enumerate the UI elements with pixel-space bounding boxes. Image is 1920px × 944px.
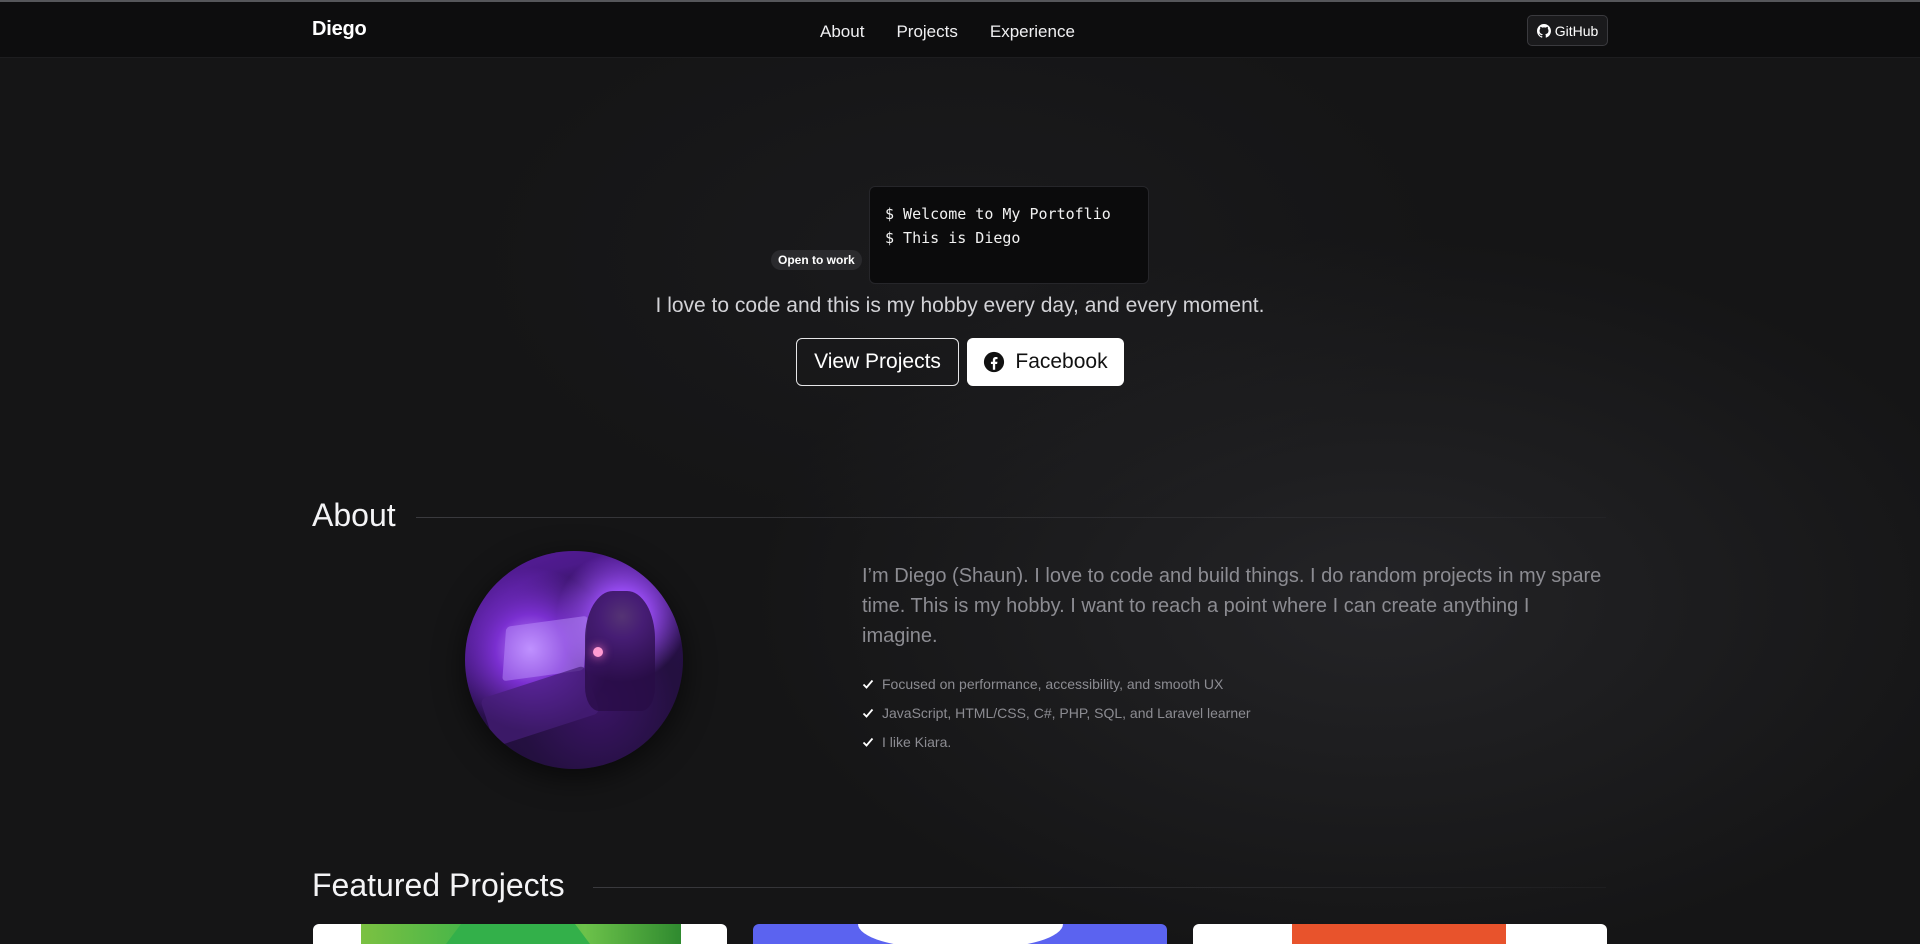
check-icon xyxy=(862,679,874,689)
nav-links: About Projects Experience xyxy=(820,22,1075,42)
list-item: JavaScript, HTML/CSS, C#, PHP, SQL, and … xyxy=(862,698,1251,727)
project-card[interactable] xyxy=(1193,924,1607,944)
about-divider xyxy=(416,517,1606,518)
terminal-box: $ Welcome to My Portoflio $ This is Dieg… xyxy=(869,186,1149,284)
about-heading: About xyxy=(312,497,396,533)
facebook-icon xyxy=(984,351,1005,373)
hero-tagline: I love to code and this is my hobby ever… xyxy=(655,294,1265,317)
nav-link-projects[interactable]: Projects xyxy=(896,22,957,42)
open-to-work-badge: Open to work xyxy=(771,250,862,270)
profile-photo xyxy=(465,551,683,769)
terminal-line: $ Welcome to My Portoflio xyxy=(885,205,1111,223)
list-item: Focused on performance, accessibility, a… xyxy=(862,669,1251,698)
about-points: Focused on performance, accessibility, a… xyxy=(862,669,1251,756)
featured-projects-heading: Featured Projects xyxy=(312,867,565,903)
about-point-text: I like Kiara. xyxy=(882,733,952,750)
nav-link-experience[interactable]: Experience xyxy=(990,22,1075,42)
nav-link-about[interactable]: About xyxy=(820,22,864,42)
project-thumbnail xyxy=(858,924,1063,944)
github-label: GitHub xyxy=(1554,22,1599,39)
list-item: I like Kiara. xyxy=(862,727,1251,756)
check-icon xyxy=(862,737,874,747)
project-card[interactable] xyxy=(313,924,727,944)
projects-divider xyxy=(593,887,1606,888)
project-card[interactable] xyxy=(753,924,1167,944)
github-button[interactable]: GitHub xyxy=(1527,15,1608,46)
about-point-text: JavaScript, HTML/CSS, C#, PHP, SQL, and … xyxy=(882,704,1251,721)
facebook-label: Facebook xyxy=(1015,350,1108,373)
brand-logo[interactable]: Diego xyxy=(312,18,367,41)
about-point-text: Focused on performance, accessibility, a… xyxy=(882,675,1224,692)
terminal-line: $ This is Diego xyxy=(885,229,1021,247)
facebook-button[interactable]: Facebook xyxy=(967,338,1124,386)
project-thumbnail xyxy=(1292,924,1506,944)
github-icon xyxy=(1536,23,1551,38)
about-bio: I’m Diego (Shaun). I love to code and bu… xyxy=(862,565,1602,647)
check-icon xyxy=(862,708,874,718)
navbar: Diego About Projects Experience GitHub xyxy=(0,2,1920,58)
view-projects-button[interactable]: View Projects xyxy=(796,338,959,386)
